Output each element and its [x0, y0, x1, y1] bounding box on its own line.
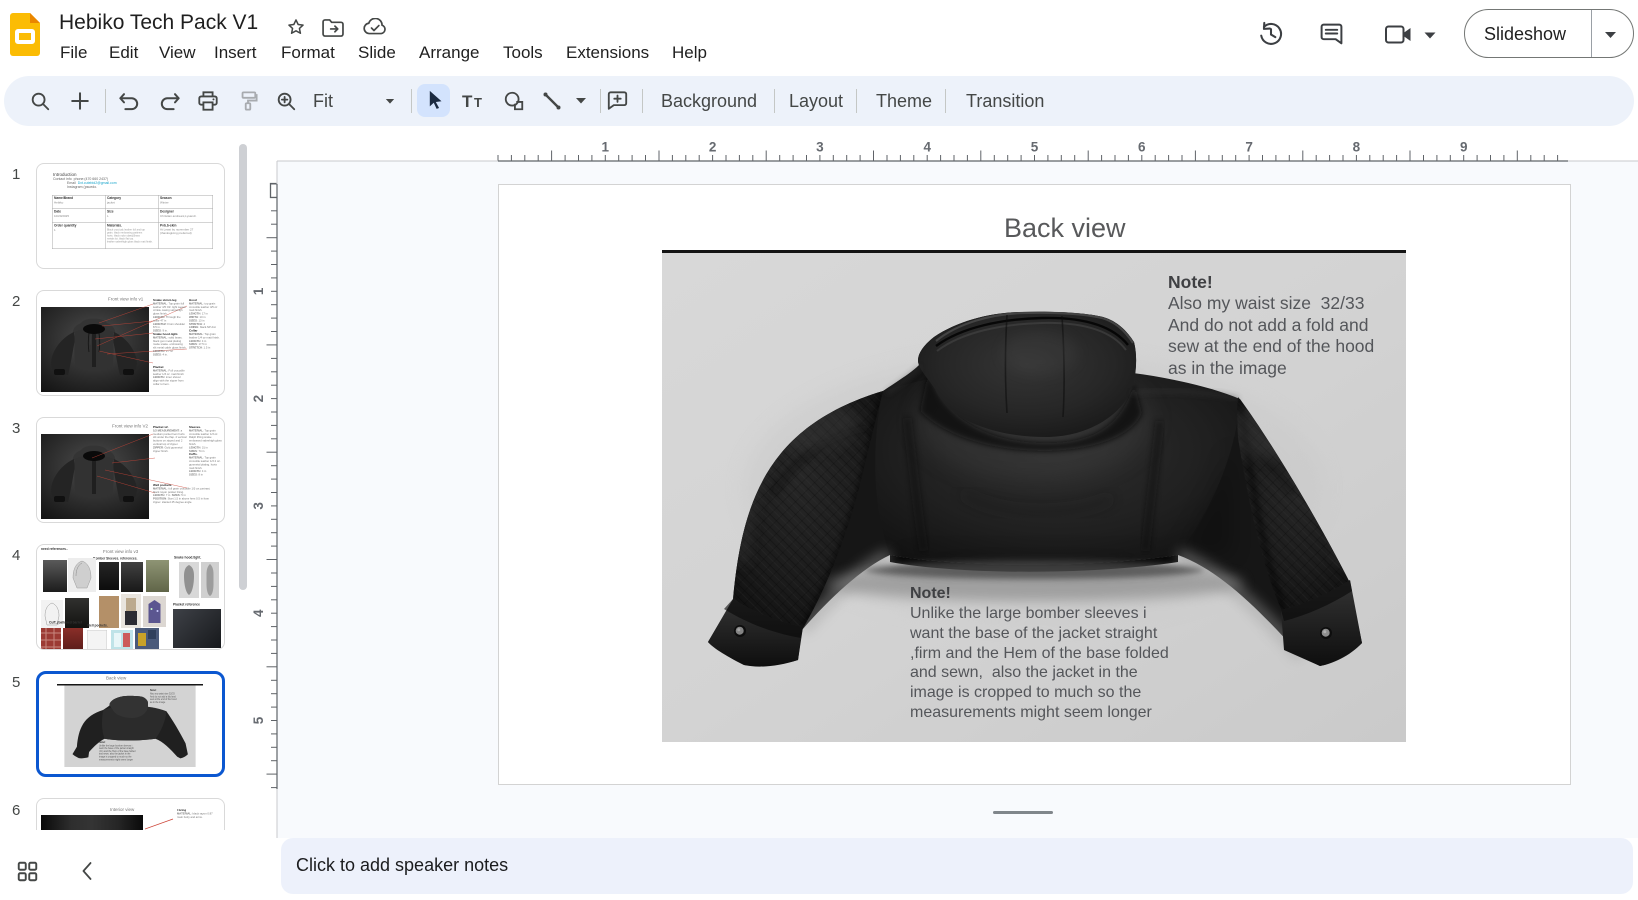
svg-text:5: 5 [1031, 140, 1039, 155]
svg-text:3: 3 [251, 502, 266, 510]
svg-text:7: 7 [1245, 140, 1253, 155]
svg-text:T: T [474, 95, 482, 110]
svg-text:4: 4 [251, 609, 266, 617]
svg-text:3: 3 [816, 140, 824, 155]
svg-text:8: 8 [1353, 140, 1361, 155]
svg-text:1: 1 [602, 140, 610, 155]
svg-text:1: 1 [251, 287, 266, 295]
svg-text:4: 4 [923, 140, 931, 155]
svg-text:9: 9 [1460, 140, 1468, 155]
svg-text:5: 5 [251, 716, 266, 724]
svg-text:2: 2 [251, 395, 266, 403]
svg-text:6: 6 [1138, 140, 1146, 155]
svg-text:2: 2 [709, 140, 717, 155]
svg-text:T: T [462, 92, 473, 111]
